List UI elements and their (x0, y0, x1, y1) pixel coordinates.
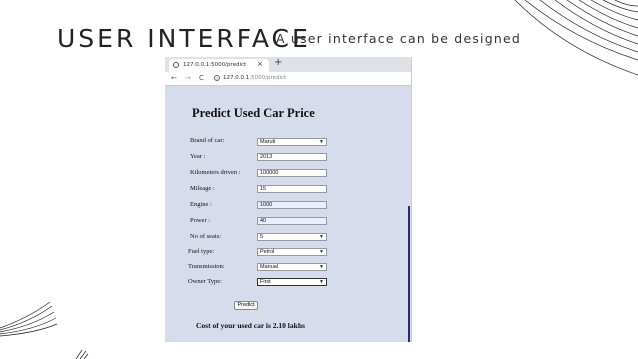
browser-window: 127.0.0.1:5000/predict × + ← → C i 127.0… (165, 57, 412, 342)
owner-select[interactable]: First ▼ (257, 278, 327, 286)
predict-button[interactable]: Predict (234, 301, 258, 310)
url-path: :5000/predict (249, 75, 287, 81)
year-input[interactable]: 2013 (257, 153, 327, 161)
label-kilometers: Kilometers driven : (190, 169, 241, 176)
brand-value: Maruti (260, 139, 276, 145)
transmission-select[interactable]: Manual ▼ (257, 263, 327, 271)
label-fuel: Fuel type: (188, 248, 215, 255)
label-power: Power : (190, 217, 211, 224)
slide-subtitle: A user interface can be designed (276, 31, 522, 46)
decorative-lines-bottom-left (0, 301, 58, 337)
browser-toolbar: ← → C i 127.0.0.1:5000/predict (165, 72, 411, 86)
globe-icon (173, 62, 179, 68)
transmission-value: Manual (260, 264, 279, 270)
label-engine: Engine : (190, 201, 212, 208)
url-host: 127.0.0.1 (223, 75, 250, 81)
mileage-input[interactable]: 15 (257, 185, 327, 193)
seats-select[interactable]: 5 ▼ (257, 233, 327, 241)
page-heading: Predict Used Car Price (192, 106, 315, 120)
chevron-down-icon: ▼ (319, 279, 324, 285)
close-icon[interactable]: × (257, 60, 263, 68)
slide-title: USER INTERFACE (57, 24, 311, 53)
scrollbar[interactable] (408, 206, 410, 342)
new-tab-button[interactable]: + (274, 57, 282, 68)
forward-icon[interactable]: → (185, 74, 191, 82)
result-text: Cost of your used car is 2.10 lakhs (196, 321, 305, 330)
label-owner: Owner Type: (188, 278, 222, 285)
engine-input[interactable]: 1000 (257, 201, 327, 209)
back-icon[interactable]: ← (171, 74, 177, 82)
fuel-value: Petrol (260, 249, 275, 255)
reload-icon[interactable]: C (199, 74, 204, 82)
chevron-down-icon: ▼ (319, 264, 324, 270)
tab-title: 127.0.0.1:5000/predict (183, 62, 247, 68)
address-bar[interactable]: 127.0.0.1:5000/predict (223, 75, 286, 81)
label-year: Year : (190, 153, 206, 160)
decorative-lines-top-right (514, 0, 638, 76)
decorative-lines-bottom (75, 349, 89, 359)
seats-value: 5 (260, 234, 264, 240)
page-content: Predict Used Car Price Brand of car: Mar… (165, 86, 411, 342)
kilometers-input[interactable]: 100000 (257, 169, 327, 177)
fuel-select[interactable]: Petrol ▼ (257, 248, 327, 256)
power-input[interactable]: 40 (257, 217, 327, 225)
label-brand: Brand of car: (190, 137, 225, 144)
tab-strip: 127.0.0.1:5000/predict × + (165, 57, 411, 72)
chevron-down-icon: ▼ (319, 249, 324, 255)
chevron-down-icon: ▼ (319, 234, 324, 240)
info-icon[interactable]: i (214, 75, 220, 81)
label-transmission: Transmission: (188, 263, 225, 270)
owner-value: First (260, 279, 271, 285)
chevron-down-icon: ▼ (319, 139, 324, 145)
browser-tab[interactable]: 127.0.0.1:5000/predict × (169, 59, 269, 72)
brand-select[interactable]: Maruti ▼ (257, 138, 327, 146)
label-mileage: Mileage : (190, 185, 215, 192)
label-seats: No of seats: (190, 233, 222, 240)
